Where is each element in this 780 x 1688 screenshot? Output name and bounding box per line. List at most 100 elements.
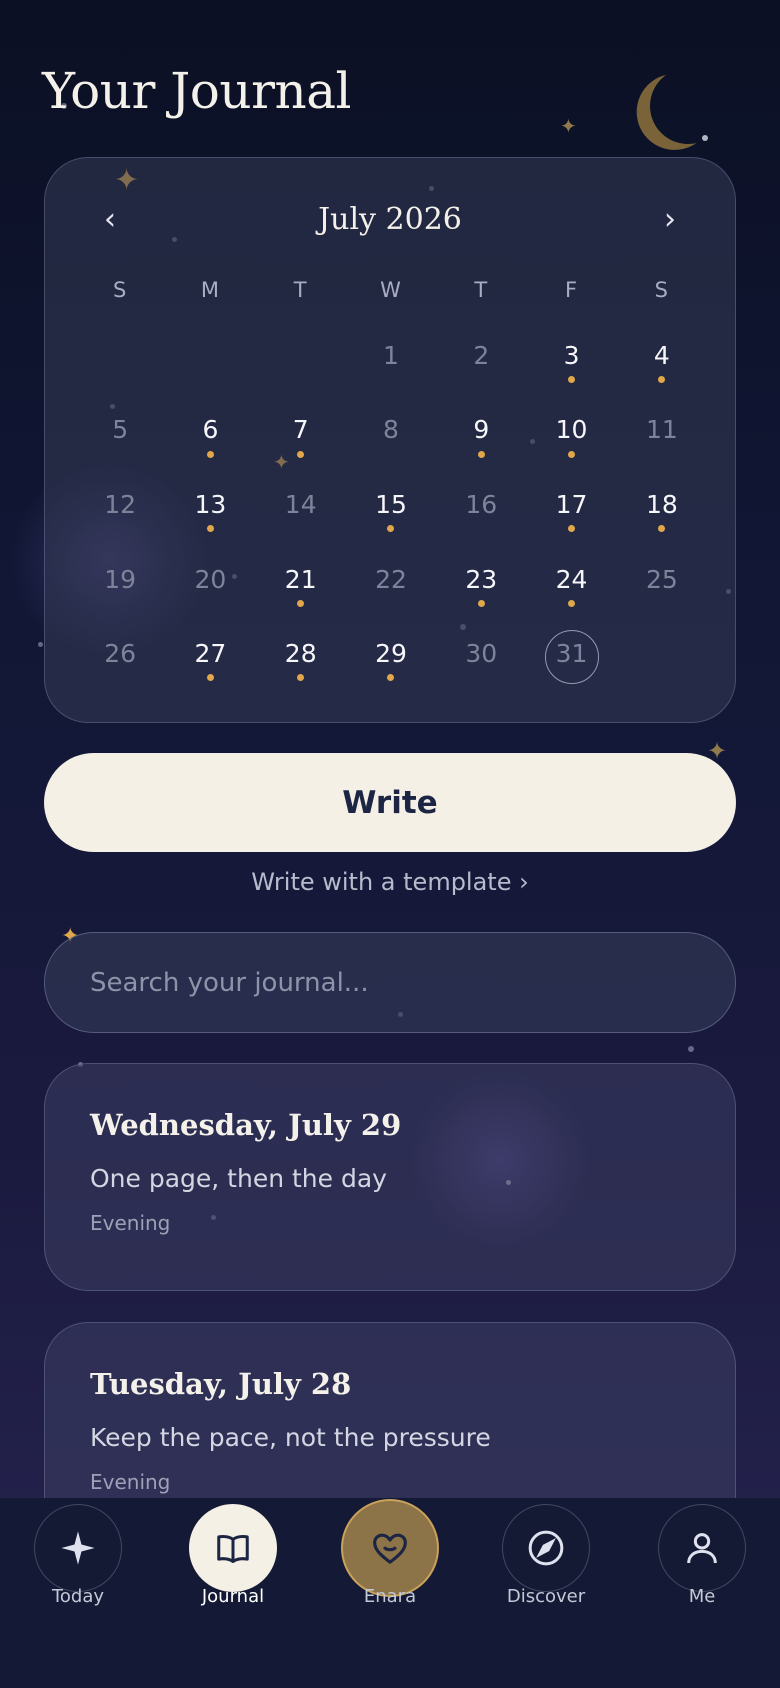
calendar-day[interactable]: 3 (526, 318, 616, 393)
today-ring (544, 629, 599, 684)
nav-label: Me (688, 1586, 716, 1607)
calendar-card: ‹ July 2026 › SMTWTFS 1 2 3 4 5 6 7 8 9 10 11 12 13 1… (44, 157, 736, 723)
star-dot (688, 1046, 694, 1052)
day-number: 26 (104, 639, 137, 669)
entry-date: Wednesday, July 29 (90, 1108, 402, 1142)
calendar-day[interactable]: 4 (617, 318, 707, 393)
entry-indicator-dot (568, 525, 576, 533)
calendar-day[interactable]: 21 (256, 542, 346, 617)
calendar-empty-cell (75, 318, 165, 393)
calendar-day[interactable]: 23 (436, 542, 526, 617)
nav-discover[interactable]: Discover (486, 1504, 606, 1614)
day-number: 24 (555, 564, 588, 594)
entry-indicator-dot (568, 599, 576, 607)
day-number: 5 (112, 415, 129, 445)
write-with-template-link[interactable]: Write with a template › (0, 868, 780, 896)
weekday-label: M (200, 278, 220, 302)
calendar-day[interactable]: 30 (436, 616, 526, 691)
day-number: 20 (194, 564, 227, 594)
nav-label: Enara (363, 1586, 417, 1607)
day-number: 25 (645, 564, 678, 594)
calendar-header: ‹ July 2026 › (45, 198, 735, 248)
calendar-day[interactable]: 13 (165, 467, 255, 542)
day-number: 22 (375, 564, 407, 594)
write-button[interactable]: Write (44, 753, 736, 852)
entry-indicator-dot (297, 599, 305, 607)
person-icon (658, 1504, 746, 1592)
calendar-day[interactable]: 12 (75, 467, 165, 542)
entry-indicator-dot (568, 376, 576, 383)
day-number: 9 (473, 415, 490, 445)
calendar-day[interactable]: 16 (436, 467, 526, 542)
entry-indicator-dot (658, 525, 666, 533)
day-number: 15 (375, 489, 407, 519)
calendar-day[interactable]: 10 (526, 393, 616, 468)
nav-label: Journal (201, 1586, 265, 1607)
nav-label: Discover (506, 1586, 586, 1607)
day-number: 1 (383, 340, 399, 370)
entry-title: One page, then the day (90, 1164, 387, 1193)
entry-indicator-dot (387, 525, 395, 533)
day-number: 2 (473, 340, 490, 370)
day-number: 6 (202, 415, 219, 445)
day-number: 27 (194, 639, 227, 669)
calendar-day[interactable]: 27 (165, 616, 255, 691)
entry-time-tag: Evening (90, 1211, 171, 1235)
calendar-day[interactable]: 29 (346, 616, 436, 691)
star-dot (38, 642, 43, 647)
calendar-day[interactable]: 7 (256, 393, 346, 468)
search-input[interactable] (44, 932, 736, 1033)
entry-indicator-dot (477, 599, 485, 607)
page-title: Your Journal (42, 62, 352, 120)
day-number: 13 (194, 489, 227, 519)
nav-me[interactable]: Me (642, 1504, 762, 1614)
weekday-label: W (380, 278, 402, 302)
weekday-label: T (293, 278, 308, 302)
calendar-empty-cell (256, 318, 346, 393)
calendar-day[interactable]: 1 (346, 318, 436, 393)
entry-date: Tuesday, July 28 (90, 1367, 352, 1401)
calendar-empty-cell (165, 318, 255, 393)
day-number: 28 (284, 639, 317, 669)
calendar-day[interactable]: 28 (256, 616, 346, 691)
nav-journal[interactable]: Journal (173, 1504, 293, 1614)
crescent-moon-icon (645, 63, 731, 149)
entry-indicator-dot (387, 674, 395, 682)
nav-today[interactable]: Today (18, 1504, 138, 1614)
nav-enara[interactable]: Enara (330, 1499, 450, 1614)
calendar-month-label: July 2026 (318, 202, 462, 237)
calendar-day[interactable]: 5 (75, 393, 165, 468)
calendar-day-today[interactable]: 31 (526, 616, 616, 691)
calendar-day[interactable]: 22 (346, 542, 436, 617)
calendar-day[interactable]: 8 (346, 393, 436, 468)
day-number: 14 (284, 489, 317, 519)
calendar-day[interactable]: 18 (617, 467, 707, 542)
entry-indicator-dot (206, 450, 214, 458)
sparkle-icon (34, 1504, 122, 1592)
calendar-day[interactable]: 17 (526, 467, 616, 542)
weekday-label: S (654, 278, 669, 302)
day-number: 19 (104, 564, 137, 594)
calendar-day[interactable]: 2 (436, 318, 526, 393)
calendar-day[interactable]: 14 (256, 467, 346, 542)
day-number: 11 (645, 415, 678, 445)
weekday-label: F (565, 278, 579, 302)
calendar-day[interactable]: 24 (526, 542, 616, 617)
journal-entry-card[interactable]: Wednesday, July 29 One page, then the da… (44, 1063, 736, 1291)
compass-icon (502, 1504, 590, 1592)
calendar-day[interactable]: 11 (617, 393, 707, 468)
calendar-day[interactable]: 19 (75, 542, 165, 617)
next-month-button[interactable]: › (650, 202, 690, 237)
calendar-day[interactable]: 26 (75, 616, 165, 691)
sparkle-star-icon: ✦ (560, 114, 577, 138)
day-number: 10 (555, 415, 588, 445)
heart-icon (341, 1499, 439, 1597)
calendar-day[interactable]: 20 (165, 542, 255, 617)
calendar-day[interactable]: 25 (617, 542, 707, 617)
calendar-day[interactable]: 15 (346, 467, 436, 542)
day-number: 16 (465, 489, 498, 519)
entry-title: Keep the pace, not the pressure (90, 1423, 491, 1452)
calendar-day[interactable]: 6 (165, 393, 255, 468)
calendar-day[interactable]: 9 (436, 393, 526, 468)
entry-indicator-dot (477, 450, 485, 458)
